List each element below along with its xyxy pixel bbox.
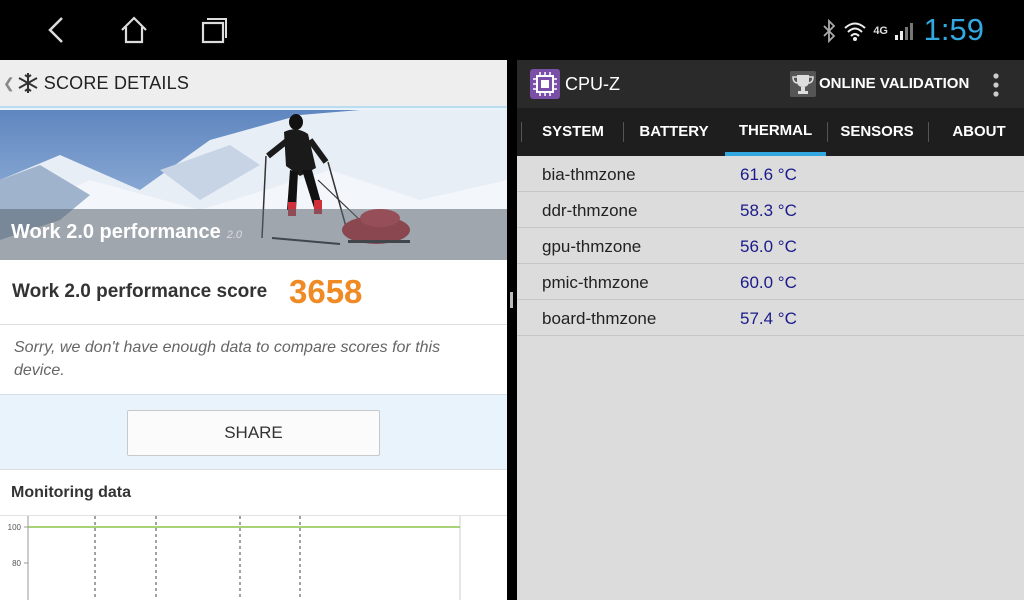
score-value: 3658	[289, 273, 363, 310]
back-chevron-icon[interactable]: ❮	[3, 75, 15, 92]
comparison-note-text: Sorry, we don't have enough data to comp…	[14, 339, 441, 379]
back-nav-button[interactable]	[40, 14, 72, 46]
wifi-icon	[844, 22, 866, 41]
score-label: Work 2.0 performance score	[12, 281, 268, 302]
status-clock: 1:59	[923, 12, 984, 47]
monitoring-data-panel: Monitoring data 100 80	[0, 469, 507, 600]
benchmark-version: 2.0	[226, 229, 243, 241]
thermal-zone-name: bia-thmzone	[542, 165, 636, 184]
thermal-zone-name: board-thmzone	[542, 309, 657, 328]
tab-sensors[interactable]: SENSORS	[827, 108, 927, 156]
thermal-row: bia-thmzone 61.6 °C	[517, 156, 1024, 192]
monitoring-chart: 100 80	[8, 516, 461, 600]
thermal-zone-temp: 61.6 °C	[740, 165, 797, 184]
benchmark-title: Work 2.0 performance 2.0	[11, 221, 243, 243]
back-arrow-icon	[48, 17, 63, 43]
status-bar: 4G 1:59	[0, 0, 1024, 60]
thermal-zone-temp: 60.0 °C	[740, 273, 797, 292]
split-screen-divider[interactable]	[507, 60, 517, 600]
tab-about[interactable]: ABOUT	[929, 108, 1024, 156]
score-card: Work 2.0 performance score 3658	[0, 260, 507, 325]
network-type-label: 4G	[873, 25, 888, 37]
monitoring-title: Monitoring data	[11, 484, 131, 501]
cpuz-action-bar: CPU-Z ONLINE VALIDATION	[517, 60, 1024, 108]
tab-system[interactable]: SYSTEM	[522, 108, 624, 156]
trophy-icon[interactable]	[790, 71, 816, 97]
status-icons: 4G	[821, 18, 914, 44]
thermal-zone-temp: 58.3 °C	[740, 201, 797, 220]
tab-battery[interactable]: BATTERY	[624, 108, 724, 156]
cpuz-chip-icon[interactable]	[530, 69, 560, 99]
chart-tick-label: 80	[12, 559, 21, 568]
score-details-pane: ❮ SCORE DETAILS Work 2.0 performance 2.0…	[0, 60, 507, 600]
thermal-zone-name: gpu-thmzone	[542, 237, 642, 256]
thermal-row: ddr-thmzone 58.3 °C	[517, 192, 1024, 228]
thermal-zone-temp: 56.0 °C	[740, 237, 797, 256]
thermal-row: gpu-thmzone 56.0 °C	[517, 228, 1024, 264]
bluetooth-icon	[823, 19, 836, 43]
3dmark-snowflake-icon	[18, 73, 38, 93]
app-title: CPU-Z	[565, 74, 620, 94]
recent-apps-icon	[201, 18, 227, 44]
cpuz-pane: CPU-Z ONLINE VALIDATION SYSTEM BATTERY T…	[517, 60, 1024, 600]
share-button[interactable]: SHARE	[127, 410, 380, 456]
thermal-row: board-thmzone 57.4 °C	[517, 300, 1024, 336]
thermal-zone-name: pmic-thmzone	[542, 273, 649, 292]
score-details-header[interactable]: ❮ SCORE DETAILS	[0, 60, 507, 108]
cpuz-tab-bar: SYSTEM BATTERY THERMAL SENSORS ABOUT	[517, 108, 1024, 156]
home-icon	[121, 16, 147, 44]
overflow-menu-icon[interactable]	[991, 73, 1001, 97]
chart-tick-label: 100	[8, 523, 22, 532]
recents-nav-button[interactable]	[198, 14, 230, 46]
signal-strength-icon	[895, 23, 913, 40]
online-validation-button[interactable]: ONLINE VALIDATION	[819, 75, 969, 92]
home-nav-button[interactable]	[118, 14, 150, 46]
thermal-zone-temp: 57.4 °C	[740, 309, 797, 328]
thermal-zone-name: ddr-thmzone	[542, 201, 638, 220]
page-title: SCORE DETAILS	[43, 72, 190, 93]
tab-thermal[interactable]: THERMAL	[725, 108, 826, 156]
comparison-note: Sorry, we don't have enough data to comp…	[0, 325, 507, 395]
benchmark-hero-image: Work 2.0 performance 2.0	[0, 110, 507, 260]
split-screen-handle[interactable]	[510, 292, 513, 308]
thermal-row: pmic-thmzone 60.0 °C	[517, 264, 1024, 300]
thermal-zone-list: bia-thmzone 61.6 °C ddr-thmzone 58.3 °C …	[517, 156, 1024, 336]
